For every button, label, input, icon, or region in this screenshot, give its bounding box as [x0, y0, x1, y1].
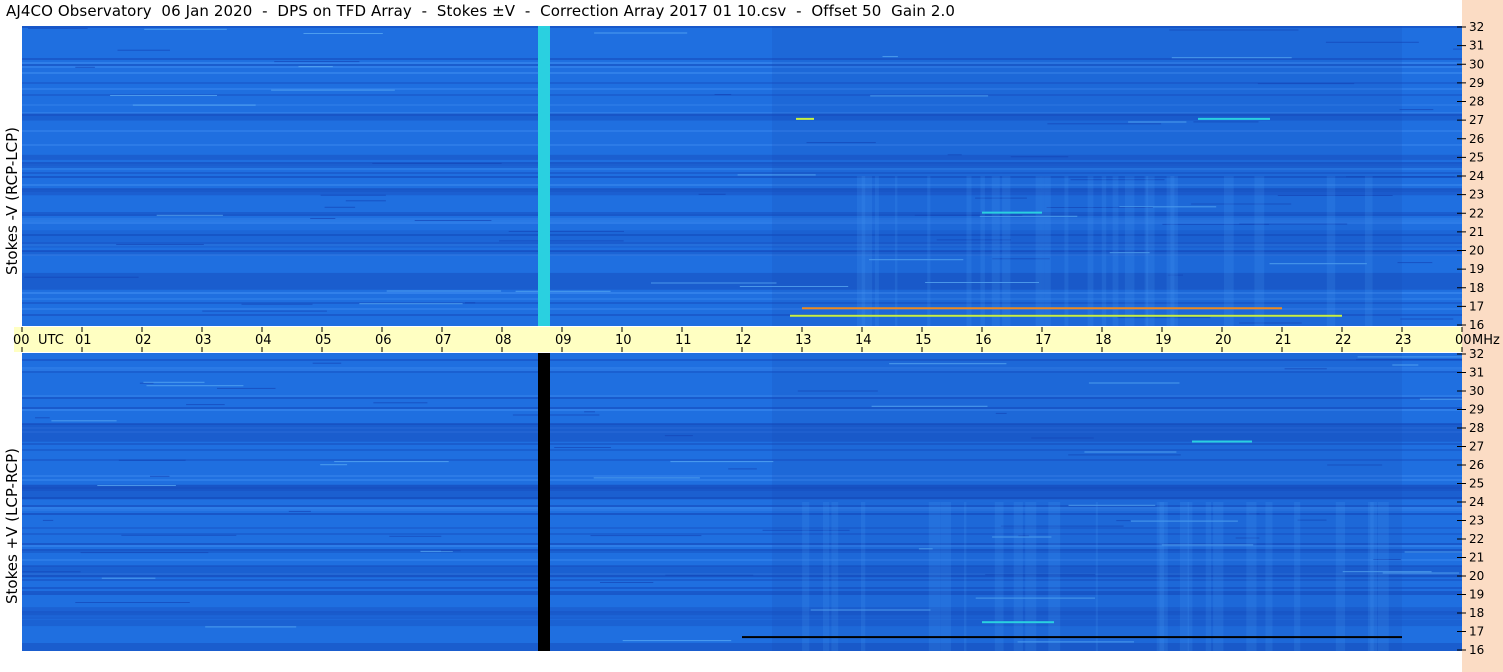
freq-label: 17	[1469, 299, 1484, 313]
freq-label: 31	[1469, 39, 1484, 53]
time-label: 00	[13, 333, 30, 348]
freq-label: 28	[1469, 421, 1484, 435]
time-label: 17	[1035, 333, 1052, 348]
freq-label: 32	[1469, 347, 1484, 361]
freq-label: 32	[1469, 20, 1484, 34]
freq-label: 27	[1469, 113, 1484, 127]
time-label: 12	[735, 333, 752, 348]
freq-label: 18	[1469, 606, 1484, 620]
time-label: 19	[1155, 333, 1172, 348]
time-label: 11	[675, 333, 692, 348]
time-label: 22	[1335, 333, 1352, 348]
freq-label: 30	[1469, 57, 1484, 71]
freq-label: 25	[1469, 477, 1484, 491]
utc-unit-label: UTC	[38, 333, 64, 348]
time-label: 04	[255, 333, 272, 348]
time-label: 18	[1095, 333, 1112, 348]
freq-label: 31	[1469, 366, 1484, 380]
freq-label: 22	[1469, 532, 1484, 546]
time-label: 07	[435, 333, 452, 348]
freq-label: 24	[1469, 495, 1484, 509]
time-label: 09	[555, 333, 572, 348]
freq-label: 28	[1469, 95, 1484, 109]
time-label: 08	[495, 333, 512, 348]
time-label: 02	[135, 333, 152, 348]
freq-label: 21	[1469, 225, 1484, 239]
time-label: 10	[615, 333, 632, 348]
time-label: 01	[75, 333, 92, 348]
time-label: 05	[315, 333, 332, 348]
freq-label: 23	[1469, 188, 1484, 202]
axis-overlay: 00 01 02 03 04 05 06 07 08 09 10 11 12 13 14 15 16 17 18 19…	[13, 20, 1500, 657]
freq-label: 21	[1469, 551, 1484, 565]
freq-label: 25	[1469, 150, 1484, 164]
freq-label: 26	[1469, 458, 1484, 472]
freq-label: 26	[1469, 132, 1484, 146]
freq-label: 20	[1469, 569, 1484, 583]
freq-label: 19	[1469, 588, 1484, 602]
freq-label: 22	[1469, 206, 1484, 220]
freq-label: 17	[1469, 625, 1484, 639]
time-label: 23	[1395, 333, 1412, 348]
freq-label: 29	[1469, 76, 1484, 90]
freq-label: 20	[1469, 244, 1484, 258]
time-label: 13	[795, 333, 812, 348]
freq-label: 23	[1469, 514, 1484, 528]
time-label: 20	[1215, 333, 1232, 348]
time-label: 00	[1455, 333, 1472, 348]
freq-label: 19	[1469, 262, 1484, 276]
time-label: 06	[375, 333, 392, 348]
time-label: 21	[1275, 333, 1292, 348]
spectrogram-display: AJ4CO Observatory 06 Jan 2020 - DPS on T…	[0, 0, 1503, 672]
freq-label: 27	[1469, 440, 1484, 454]
freq-label: 18	[1469, 281, 1484, 295]
time-label: 03	[195, 333, 212, 348]
freq-label: 16	[1469, 643, 1484, 657]
time-label: 14	[855, 333, 872, 348]
time-label: 15	[915, 333, 932, 348]
freq-label: 29	[1469, 403, 1484, 417]
freq-label: 30	[1469, 384, 1484, 398]
freq-label: 16	[1469, 318, 1484, 332]
mhz-unit-label: MHz	[1472, 333, 1500, 348]
time-label: 16	[975, 333, 992, 348]
freq-label: 24	[1469, 169, 1484, 183]
